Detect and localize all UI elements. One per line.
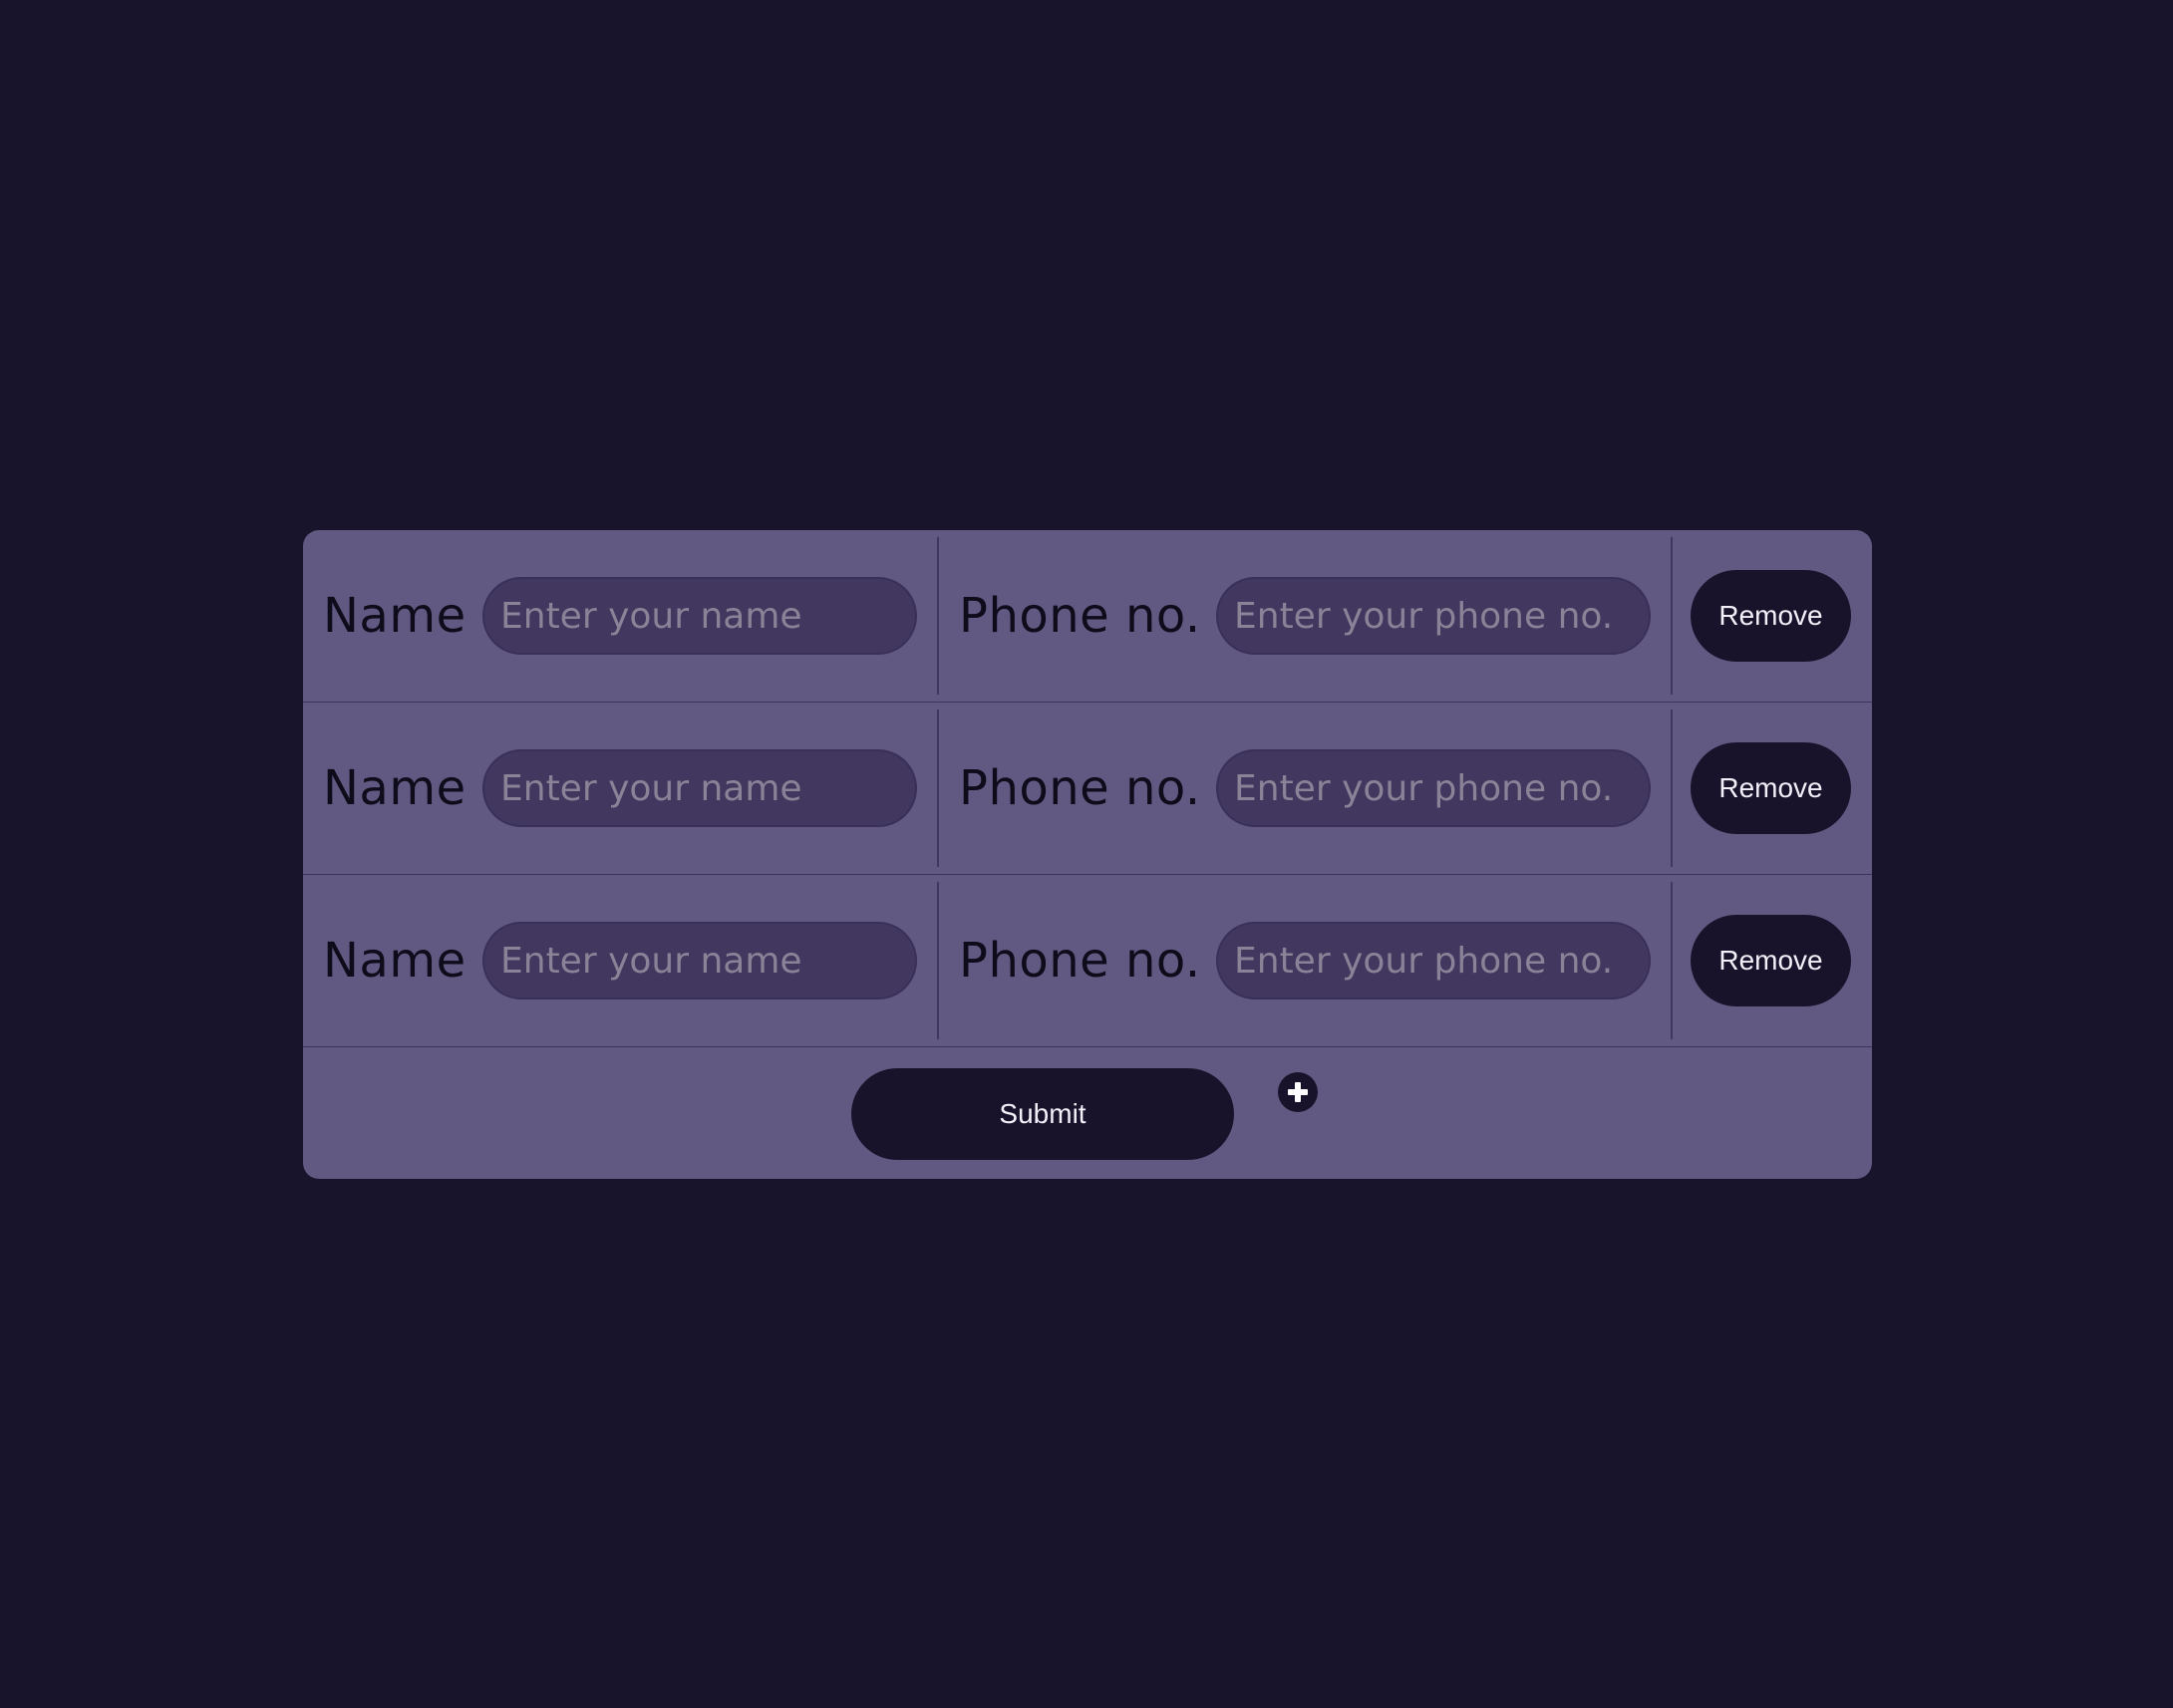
submit-button[interactable]: Submit	[851, 1068, 1234, 1160]
remove-button[interactable]: Remove	[1691, 742, 1851, 834]
column-divider	[1671, 710, 1673, 867]
name-label: Name	[323, 933, 466, 989]
contact-form: Name Phone no. Remove Name Phone no. Rem…	[303, 530, 1872, 1179]
contact-row: Name Phone no. Remove	[303, 875, 1872, 1047]
contact-row: Name Phone no. Remove	[303, 530, 1872, 703]
phone-label: Phone no.	[959, 760, 1201, 816]
column-divider	[937, 537, 939, 695]
name-input[interactable]	[482, 922, 917, 999]
column-divider	[937, 710, 939, 867]
column-divider	[1671, 882, 1673, 1039]
phone-label: Phone no.	[959, 588, 1201, 644]
column-divider	[937, 882, 939, 1039]
remove-button[interactable]: Remove	[1691, 570, 1851, 662]
contact-row: Name Phone no. Remove	[303, 703, 1872, 875]
remove-button[interactable]: Remove	[1691, 915, 1851, 1006]
name-input[interactable]	[482, 749, 917, 827]
name-label: Name	[323, 588, 466, 644]
plus-icon[interactable]	[1278, 1072, 1318, 1112]
name-label: Name	[323, 760, 466, 816]
plus-icon-vertical	[1295, 1082, 1301, 1102]
phone-input[interactable]	[1216, 749, 1651, 827]
phone-label: Phone no.	[959, 933, 1201, 989]
form-footer: Submit	[303, 1047, 1872, 1179]
column-divider	[1671, 537, 1673, 695]
phone-input[interactable]	[1216, 922, 1651, 999]
name-input[interactable]	[482, 577, 917, 655]
phone-input[interactable]	[1216, 577, 1651, 655]
